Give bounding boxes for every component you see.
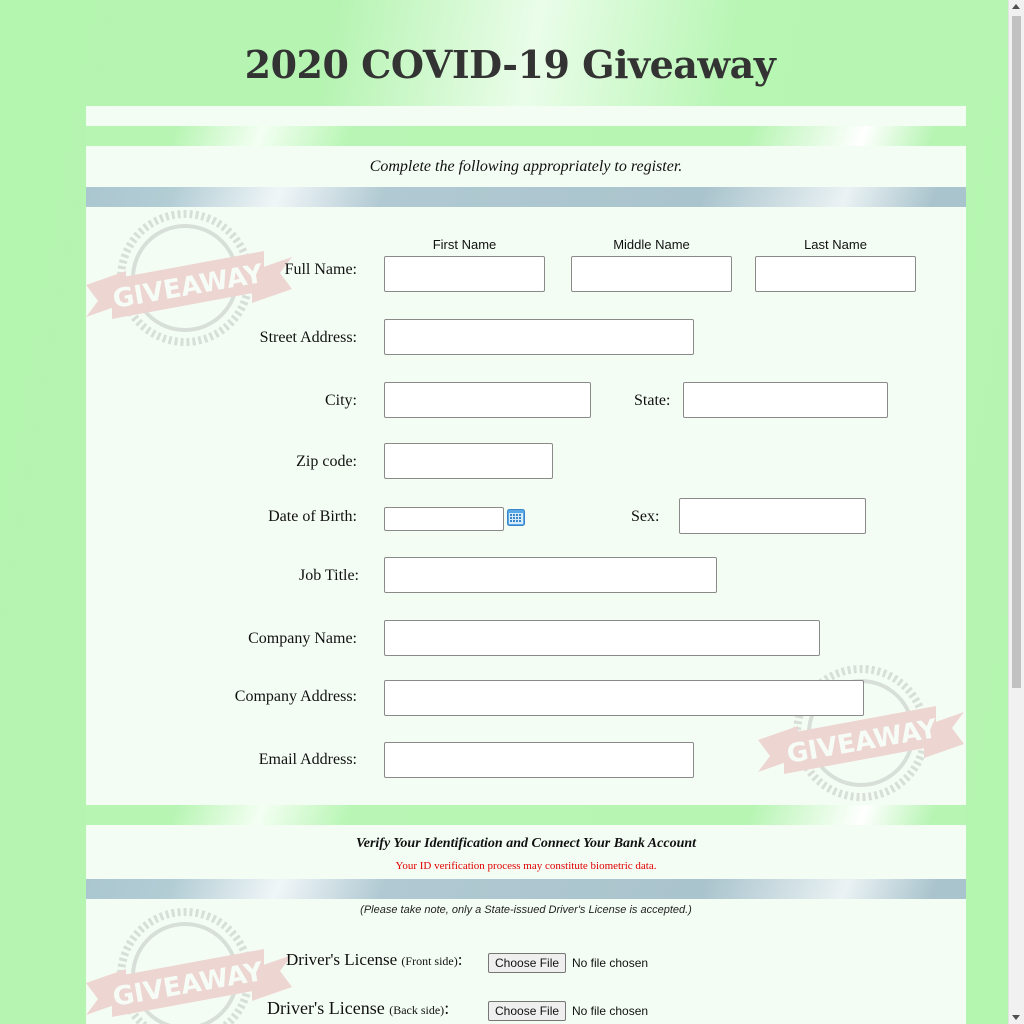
scroll-up-icon[interactable] (1012, 4, 1020, 9)
middle-name-field[interactable] (571, 256, 732, 292)
scroll-down-icon[interactable] (1012, 1015, 1020, 1020)
verify-header-bar: Verify Your Identification and Connect Y… (86, 825, 966, 879)
zip-code-label: Zip code: (296, 453, 357, 470)
gray-band (86, 187, 966, 207)
company-name-field[interactable] (384, 620, 820, 656)
state-label: State: (634, 392, 671, 409)
scrollbar-thumb[interactable] (1012, 16, 1021, 688)
front-file-status: No file chosen (572, 956, 649, 970)
company-address-field[interactable] (384, 680, 864, 716)
choose-file-front-button[interactable]: Choose File (488, 953, 567, 973)
company-address-label: Company Address: (234, 688, 357, 705)
sex-field[interactable] (679, 498, 866, 534)
register-instruction: Complete the following appropriately to … (369, 158, 683, 175)
last-name-header: Last Name (804, 237, 867, 252)
registration-form: GIVEAWAY GIVEAWAY First Name Middle Name… (86, 207, 966, 805)
city-label: City: (324, 392, 357, 409)
email-address-field[interactable] (384, 742, 694, 778)
job-title-label: Job Title: (298, 567, 359, 584)
dob-label: Date of Birth: (268, 508, 357, 525)
license-back-label: Driver's License (Back side): (267, 998, 450, 1018)
street-address-label: Street Address: (259, 329, 357, 346)
zip-code-field[interactable] (384, 443, 553, 479)
job-title-field[interactable] (384, 557, 717, 593)
company-name-label: Company Name: (248, 630, 357, 647)
top-white-band (86, 106, 966, 126)
sex-label: Sex: (631, 508, 660, 525)
back-file-status: No file chosen (572, 1004, 649, 1018)
page-scrollbar[interactable] (1008, 0, 1024, 1024)
license-front-label: Driver's License (Front side): (286, 950, 463, 969)
upload-area: GIVEAWAY (Please take note, only a State… (86, 899, 966, 1024)
city-field[interactable] (384, 382, 591, 418)
email-address-label: Email Address: (258, 751, 357, 768)
state-field[interactable] (683, 382, 888, 418)
verify-gray-band (86, 879, 966, 899)
giveaway-stamp-icon: GIVEAWAY (86, 210, 292, 346)
first-name-header: First Name (432, 237, 497, 252)
verify-green-band (86, 805, 966, 825)
top-green-band (86, 126, 966, 146)
street-address-field[interactable] (384, 319, 694, 355)
dob-field[interactable] (384, 507, 504, 531)
choose-file-back-button[interactable]: Choose File (488, 1001, 567, 1021)
page-title: 2020 COVID-19 Giveaway (244, 42, 776, 87)
last-name-field[interactable] (755, 256, 916, 292)
first-name-field[interactable] (384, 256, 545, 292)
calendar-icon[interactable] (507, 508, 525, 526)
license-note: (Please take note, only a State-issued D… (360, 904, 692, 916)
instruction-bar: Complete the following appropriately to … (86, 146, 966, 187)
middle-name-header: Middle Name (613, 237, 690, 252)
giveaway-stamp-icon: GIVEAWAY (86, 908, 292, 1024)
biometric-warning: Your ID verification process may constit… (395, 860, 657, 872)
full-name-label: Full Name: (284, 261, 357, 278)
verify-heading: Verify Your Identification and Connect Y… (355, 836, 697, 851)
